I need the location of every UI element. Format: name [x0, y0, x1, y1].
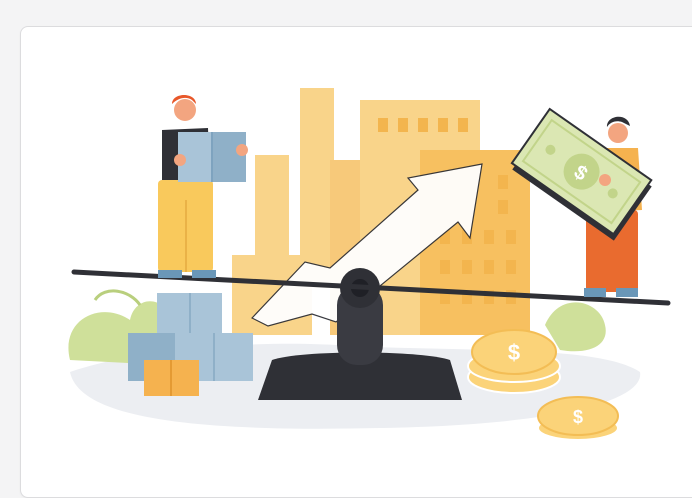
person-with-banknote-icon: $ [510, 107, 653, 297]
worker-with-box-icon [158, 95, 248, 278]
dollar-sign: $ [573, 407, 583, 427]
single-coin-icon: $ [537, 396, 619, 441]
coin-stack-icon: $ [467, 329, 561, 394]
dollar-sign: $ [508, 340, 520, 365]
supply-and-demand-illustration: $ $ $ [68, 88, 671, 441]
